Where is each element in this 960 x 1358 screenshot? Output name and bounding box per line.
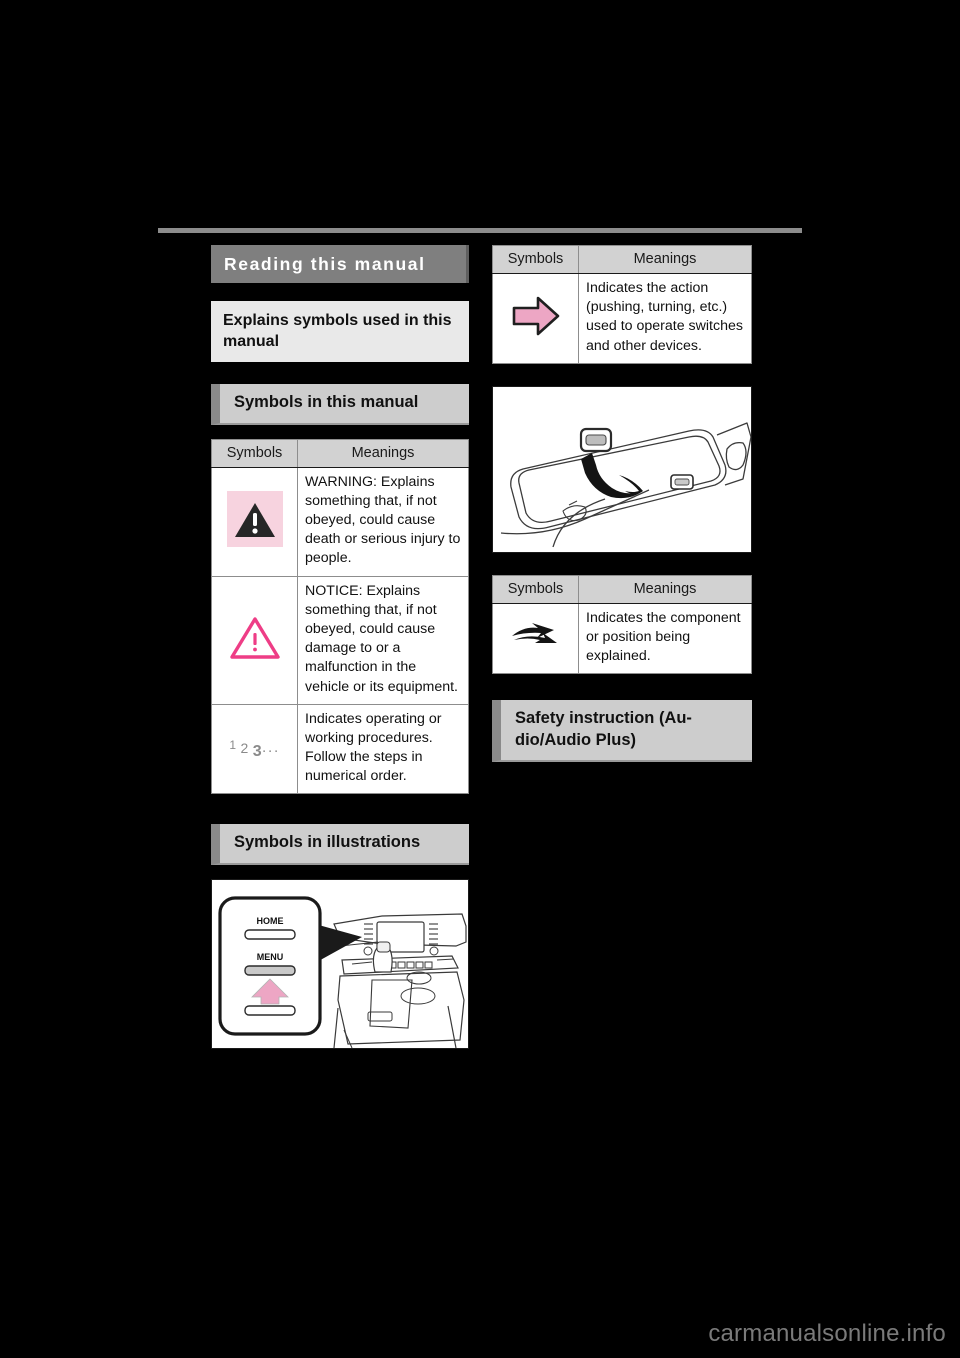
column-header-meanings: Meanings xyxy=(578,245,752,274)
steps-meaning-cell: Indicates operating or working procedure… xyxy=(297,703,469,795)
table-row: NOTICE: Explains something that, if not … xyxy=(211,575,469,705)
symbols-in-manual-table: Symbols Meanings WARNING: Explains somet… xyxy=(211,438,469,795)
numbered-steps-symbol-cell: 1 2 3··· xyxy=(211,703,298,795)
subsection-explains-symbols: Explains symbols used in this manual xyxy=(211,301,469,363)
notice-meaning-cell: NOTICE: Explains something that, if not … xyxy=(297,575,469,705)
notice-triangle-icon xyxy=(229,615,281,661)
table-row: Indicates the component or position bein… xyxy=(492,602,752,675)
section-title-reading-this-manual: Reading this manual xyxy=(211,245,469,284)
numbered-steps-icon: 1 2 3··· xyxy=(229,737,280,760)
column-header-symbols: Symbols xyxy=(492,574,579,604)
warning-triangle-icon xyxy=(226,491,283,548)
black-swoosh-arrow-icon xyxy=(510,621,562,651)
svg-text:MENU: MENU xyxy=(257,952,284,962)
table-row: 1 2 3··· Indicates operating or working … xyxy=(211,703,469,795)
table-row: Indicates the action (pushing, turning, … xyxy=(492,273,752,364)
page-top-rule xyxy=(158,228,802,233)
table-header-row: Symbols Meanings xyxy=(492,574,752,604)
column-header-meanings: Meanings xyxy=(297,438,469,468)
heading-symbols-in-illustrations: Symbols in illustrations xyxy=(211,824,469,865)
action-arrow-symbol-cell xyxy=(492,273,579,364)
headliner-switch-illustration xyxy=(492,385,752,553)
manual-page: Reading this manual Explains symbols use… xyxy=(0,0,960,1358)
pink-block-arrow-icon xyxy=(511,295,561,337)
component-arrow-symbol-cell xyxy=(492,602,579,675)
heading-safety-instruction: Safety instruction (Au-dio/Audio Plus) xyxy=(492,700,752,763)
column-header-meanings: Meanings xyxy=(578,574,752,604)
site-watermark: carmanualsonline.info xyxy=(708,1320,946,1347)
action-meaning-cell: Indicates the action (pushing, turning, … xyxy=(578,273,752,364)
warning-meaning-cell: WARNING: Explains something that, if not… xyxy=(297,466,469,577)
heading-symbols-in-this-manual: Symbols in this manual xyxy=(211,384,469,425)
component-meaning-cell: Indicates the component or position bein… xyxy=(578,602,752,675)
column-header-symbols: Symbols xyxy=(492,245,579,274)
table-header-row: Symbols Meanings xyxy=(211,438,469,468)
table-header-row: Symbols Meanings xyxy=(492,245,752,274)
right-column: Symbols Meanings Indicates the action (p… xyxy=(492,245,752,763)
action-symbol-table: Symbols Meanings Indicates the action (p… xyxy=(492,245,752,364)
svg-text:HOME: HOME xyxy=(257,916,284,926)
notice-symbol-cell xyxy=(211,575,298,705)
column-header-symbols: Symbols xyxy=(211,438,298,468)
component-symbol-table: Symbols Meanings Indicates the component… xyxy=(492,574,752,675)
dashboard-callout-illustration: HOME MENU xyxy=(211,878,469,1049)
warning-symbol-cell xyxy=(211,466,298,577)
left-column: Reading this manual Explains symbols use… xyxy=(211,245,469,1049)
table-row: WARNING: Explains something that, if not… xyxy=(211,466,469,577)
